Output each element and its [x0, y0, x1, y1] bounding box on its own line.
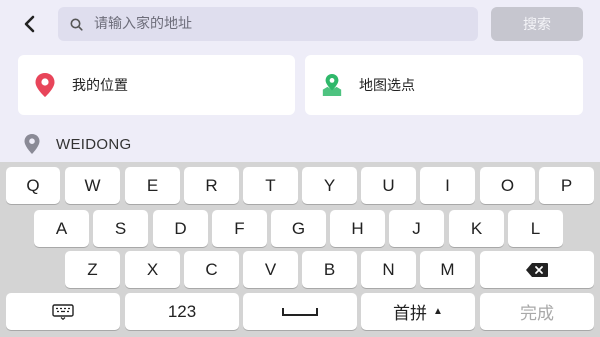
key-n[interactable]: N — [361, 251, 416, 288]
key-g[interactable]: G — [271, 210, 326, 247]
map-pin-icon — [321, 72, 343, 98]
numbers-key[interactable]: 123 — [125, 293, 239, 330]
key-p[interactable]: P — [539, 167, 594, 204]
current-location-row[interactable]: WEIDONG — [22, 133, 131, 155]
location-marker-icon — [22, 133, 42, 155]
key-f[interactable]: F — [212, 210, 267, 247]
key-w[interactable]: W — [65, 167, 120, 204]
key-v[interactable]: V — [243, 251, 298, 288]
key-z[interactable]: Z — [65, 251, 120, 288]
key-r[interactable]: R — [184, 167, 239, 204]
backspace-key[interactable] — [480, 251, 594, 288]
key-k[interactable]: K — [449, 210, 504, 247]
key-y[interactable]: Y — [302, 167, 357, 204]
map-pick-label: 地图选点 — [359, 78, 415, 94]
chevron-left-icon — [24, 15, 35, 33]
keyboard: Q W E R T Y U I O P A S D F G H J K L Z … — [0, 162, 600, 337]
key-c[interactable]: C — [184, 251, 239, 288]
current-location-text: WEIDONG — [56, 135, 132, 153]
key-d[interactable]: D — [153, 210, 208, 247]
location-pin-icon — [34, 72, 56, 98]
search-button[interactable]: 搜索 — [491, 7, 583, 41]
search-bar[interactable] — [58, 7, 478, 41]
my-location-card[interactable]: 我的位置 — [18, 55, 295, 115]
space-icon — [282, 307, 318, 316]
my-location-label: 我的位置 — [72, 78, 128, 94]
key-t[interactable]: T — [243, 167, 298, 204]
key-a[interactable]: A — [34, 210, 89, 247]
map-pick-card[interactable]: 地图选点 — [305, 55, 583, 115]
ime-arrow: ▲ — [433, 306, 443, 317]
keyboard-icon — [52, 303, 74, 320]
key-x[interactable]: X — [125, 251, 180, 288]
key-h[interactable]: H — [330, 210, 385, 247]
key-o[interactable]: O — [480, 167, 535, 204]
key-u[interactable]: U — [361, 167, 416, 204]
key-m[interactable]: M — [420, 251, 475, 288]
key-b[interactable]: B — [302, 251, 357, 288]
search-icon — [70, 17, 84, 31]
keyboard-toggle-key[interactable] — [6, 293, 120, 330]
back-button[interactable] — [18, 12, 42, 36]
key-l[interactable]: L — [508, 210, 563, 247]
search-input[interactable] — [94, 16, 454, 32]
ime-mode-key[interactable]: 首拼 ▲ — [361, 293, 475, 330]
key-j[interactable]: J — [389, 210, 444, 247]
key-e[interactable]: E — [125, 167, 180, 204]
key-q[interactable]: Q — [6, 167, 60, 204]
space-key[interactable] — [243, 293, 357, 330]
key-s[interactable]: S — [93, 210, 148, 247]
backspace-icon — [526, 262, 548, 277]
done-key[interactable]: 完成 — [480, 293, 594, 330]
key-i[interactable]: I — [420, 167, 475, 204]
ime-mode-label: 首拼 — [393, 304, 428, 323]
